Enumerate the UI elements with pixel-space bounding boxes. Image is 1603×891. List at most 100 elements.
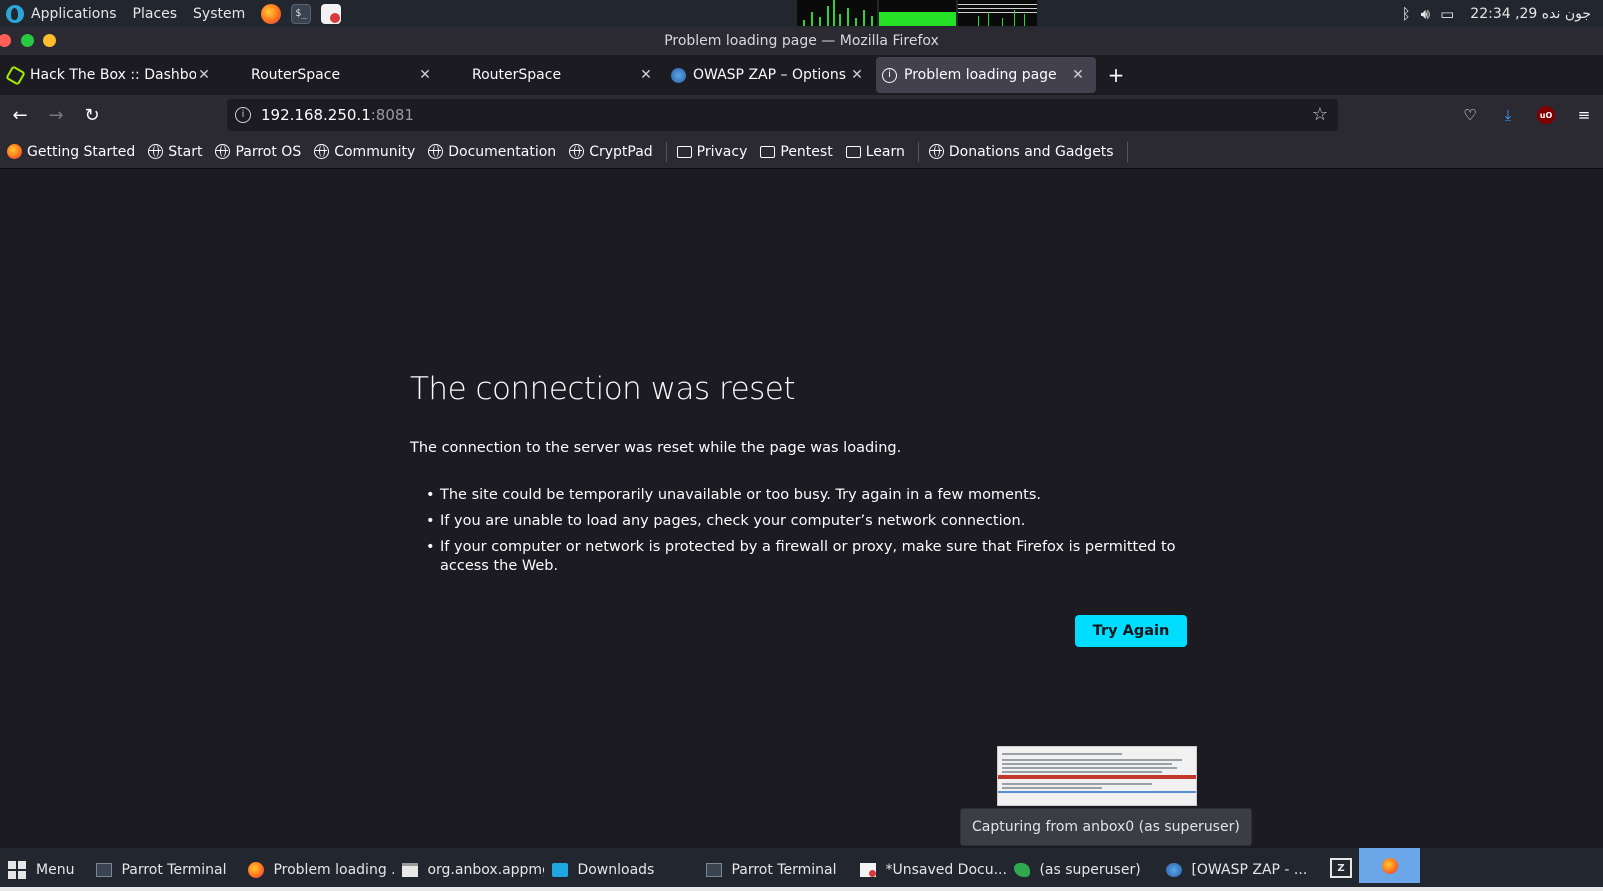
bookmark-label: Documentation — [448, 143, 557, 160]
network-monitor-graph — [958, 0, 1037, 26]
applications-menu[interactable]: Applications — [31, 6, 117, 22]
bookmark-donations[interactable]: Donations and Gadgets — [928, 144, 1114, 160]
bookmark-label: Parrot OS — [235, 143, 302, 160]
bookmarks-toolbar: Getting Started Start Parrot OS Communit… — [0, 135, 1603, 169]
taskbar-item-downloads[interactable]: Downloads — [544, 848, 698, 891]
notifications-icon[interactable]: ▭ — [1440, 5, 1454, 23]
close-icon[interactable]: ✕ — [1070, 67, 1086, 83]
try-again-button[interactable]: Try Again — [1075, 615, 1187, 647]
bookmark-parrot-os[interactable]: Parrot OS — [215, 144, 301, 160]
parrot-logo-icon[interactable] — [6, 4, 24, 23]
volume-icon[interactable]: 🔊︎ — [1421, 5, 1430, 23]
bookmark-label: Privacy — [696, 143, 748, 160]
bookmark-folder-privacy[interactable]: Privacy — [676, 143, 748, 160]
reload-button[interactable]: ↻ — [74, 100, 110, 130]
workspace-switcher[interactable] — [1359, 848, 1420, 883]
tab-title: Hack The Box :: Dashboard — [30, 67, 196, 83]
taskbar-item-label: (as superuser) — [1039, 861, 1141, 878]
menu-label: Menu — [36, 861, 75, 878]
firefox-icon — [1381, 857, 1398, 874]
bookmark-label: Learn — [865, 143, 905, 160]
close-icon[interactable]: ✕ — [638, 67, 654, 83]
tab-routerspace-1[interactable]: RouterSpace ✕ — [223, 57, 443, 93]
taskbar-item-parrot-terminal[interactable]: Parrot Terminal — [88, 848, 240, 891]
window-maximize-button[interactable] — [21, 34, 34, 47]
taskbar-item-label: org.anbox.appmgr — [427, 861, 545, 878]
new-tab-button[interactable]: + — [1101, 63, 1131, 87]
url-bar[interactable]: i 192.168.250.1:8081 ☆ — [227, 99, 1338, 131]
url-port: :8081 — [370, 106, 414, 124]
taskbar: Menu Parrot Terminal Problem loading ...… — [0, 848, 1603, 891]
bookmark-separator — [917, 141, 919, 162]
window-close-button[interactable] — [0, 34, 11, 47]
folder-icon — [760, 145, 776, 158]
taskbar-item-text-editor[interactable]: *Unsaved Docu... — [852, 848, 1006, 891]
clock[interactable]: 22:34 ,29 جون ندە — [1470, 6, 1591, 22]
downloads-icon[interactable]: ⤓ — [1499, 106, 1517, 124]
bookmark-cryptpad[interactable]: CryptPad — [569, 144, 653, 160]
terminal-icon — [706, 862, 723, 877]
tab-problem-loading[interactable]: i Problem loading page ✕ — [876, 57, 1096, 93]
taskbar-menu-button[interactable]: Menu — [0, 860, 88, 879]
desktop-top-panel: Applications Places System $_ ᛒ 🔊︎ ▭ 22:… — [0, 0, 1603, 27]
system-tray: ᛒ 🔊︎ ▭ 22:34 ,29 جون ندە — [1402, 0, 1591, 27]
taskbar-item-firefox[interactable]: Problem loading ... — [240, 848, 395, 891]
blank-favicon-icon — [229, 68, 244, 83]
close-icon[interactable]: ✕ — [849, 67, 865, 83]
hackthebox-icon — [5, 64, 26, 86]
folder-icon — [676, 145, 692, 158]
firefox-launcher-icon[interactable] — [261, 3, 282, 24]
menu-grid-icon — [8, 860, 26, 879]
bookmark-documentation[interactable]: Documentation — [428, 144, 556, 160]
tab-hackthebox[interactable]: Hack The Box :: Dashboard ✕ — [2, 57, 222, 93]
bookmark-getting-started[interactable]: Getting Started — [7, 144, 135, 160]
globe-icon — [148, 144, 164, 159]
taskbar-item-wireshark[interactable]: (as superuser) — [1006, 848, 1158, 891]
window-titlebar[interactable]: Problem loading page — Mozilla Firefox — [0, 27, 1603, 55]
bookmark-community[interactable]: Community — [314, 144, 415, 160]
bluetooth-icon[interactable]: ᛒ — [1402, 5, 1411, 23]
pocket-icon[interactable]: ♡ — [1461, 106, 1479, 124]
keyboard-layout-icon[interactable]: Z — [1330, 858, 1352, 878]
page-content: The connection was reset The connection … — [0, 170, 1603, 848]
suggestion-item: If your computer or network is protected… — [426, 538, 1196, 576]
terminal-launcher-icon[interactable]: $_ — [291, 3, 312, 24]
taskbar-item-label: [OWASP ZAP - ... — [1191, 861, 1308, 878]
text-editor-launcher-icon[interactable] — [321, 3, 342, 24]
tab-title: RouterSpace — [472, 67, 562, 83]
tab-routerspace-2[interactable]: RouterSpace ✕ — [444, 57, 664, 93]
window-preview-label: Capturing from anbox0 (as superuser) — [960, 808, 1252, 846]
taskbar-item-label: Downloads — [577, 861, 655, 878]
system-menu[interactable]: System — [193, 6, 245, 22]
window-minimize-button[interactable] — [43, 34, 56, 47]
tab-owasp-zap[interactable]: OWASP ZAP – Options L ✕ — [665, 57, 875, 93]
taskbar-item-parrot-terminal-2[interactable]: Parrot Terminal — [698, 848, 852, 891]
taskbar-item-anbox[interactable]: org.anbox.appmgr — [394, 848, 544, 891]
zap-icon — [1166, 862, 1183, 877]
bookmark-folder-pentest[interactable]: Pentest — [760, 144, 833, 160]
bookmark-start[interactable]: Start — [148, 144, 202, 160]
firefox-icon — [248, 861, 265, 878]
taskbar-item-label: Problem loading ... — [273, 861, 395, 878]
tab-title: OWASP ZAP – Options L — [693, 67, 849, 83]
ublock-icon[interactable]: uO — [1537, 106, 1555, 124]
site-info-icon[interactable]: i — [235, 107, 251, 123]
window-preview-thumbnail[interactable] — [997, 746, 1197, 806]
bookmark-label: Getting Started — [27, 143, 136, 160]
close-icon[interactable]: ✕ — [417, 67, 433, 83]
globe-icon — [314, 144, 330, 159]
taskbar-item-owasp-zap[interactable]: [OWASP ZAP - ... — [1158, 848, 1308, 891]
bookmark-folder-learn[interactable]: Learn — [845, 143, 905, 160]
back-button[interactable]: ← — [2, 100, 38, 130]
close-icon[interactable]: ✕ — [196, 67, 212, 83]
hamburger-menu-icon[interactable]: ≡ — [1575, 106, 1593, 124]
places-menu[interactable]: Places — [133, 6, 178, 22]
bookmark-star-icon[interactable]: ☆ — [1312, 104, 1328, 125]
tab-title: RouterSpace — [251, 67, 341, 83]
tab-bar: Hack The Box :: Dashboard ✕ RouterSpace … — [0, 55, 1603, 95]
bookmark-label: Start — [168, 143, 203, 160]
wireshark-icon — [1014, 862, 1031, 877]
forward-button[interactable]: → — [38, 100, 74, 130]
url-host: 192.168.250.1 — [261, 106, 371, 124]
globe-icon — [569, 144, 585, 159]
